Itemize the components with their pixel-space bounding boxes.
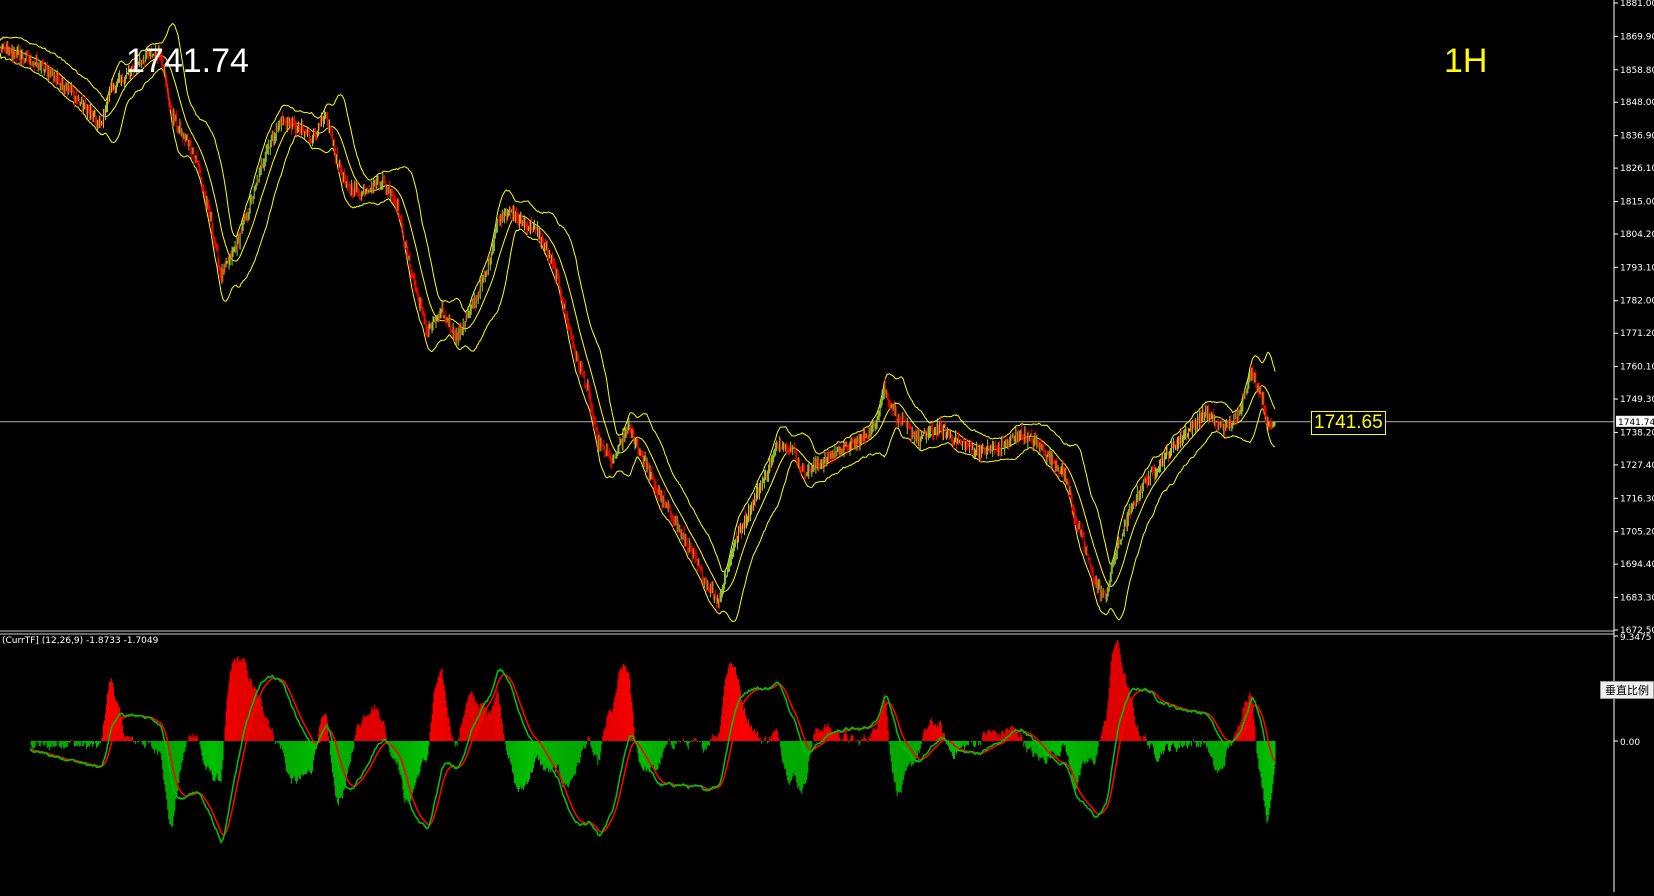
chart-stage: 1881.00 1869.90 1858.80 1848.00 1836.90 1826.… — [0, 0, 1654, 892]
price-tick-label: 1881.00 — [1620, 0, 1654, 9]
current-price-text: 1741.74 — [126, 42, 249, 80]
price-tick-label: 1771.20 — [1620, 329, 1654, 339]
price-tick-label: 1749.30 — [1620, 395, 1654, 405]
price-tick-label: 1683.30 — [1620, 594, 1654, 604]
price-tick-label: 1826.10 — [1620, 164, 1654, 174]
macd-histogram — [29, 639, 1276, 827]
price-tick-label: 1793.10 — [1620, 263, 1654, 273]
current-price-tag-label: 1741.74 — [1618, 418, 1654, 428]
price-tick-label: 1760.10 — [1620, 363, 1654, 373]
bollinger-middle — [0, 46, 1276, 593]
indicator-label: (CurrTF] (12,26,9) -1.8733 -1.7049 — [2, 636, 159, 646]
candles — [0, 40, 1276, 610]
price-tick-label: 1815.00 — [1620, 197, 1654, 207]
price-tick-label: 1694.40 — [1620, 560, 1654, 570]
price-tick-label: 1858.80 — [1620, 66, 1654, 76]
vertical-scale-button[interactable]: 垂直比例 — [1600, 681, 1654, 699]
timeframe-label: 1H — [1444, 42, 1488, 80]
macd-tick-label: 9.3475 — [1620, 633, 1652, 643]
price-tick-label: 1804.20 — [1620, 230, 1654, 240]
price-tick-label: 1727.40 — [1620, 461, 1654, 471]
price-tick-label: 1738.20 — [1620, 428, 1654, 438]
macd-tick-label: 0.00 — [1620, 738, 1640, 748]
price-tick-label: 1869.90 — [1620, 32, 1654, 42]
price-tick-label: 1716.30 — [1620, 494, 1654, 504]
price-tick-label: 1848.00 — [1620, 98, 1654, 108]
bollinger-upper — [0, 22, 1276, 573]
price-tick-label: 1836.90 — [1620, 132, 1654, 142]
price-tick-label: 1705.20 — [1620, 528, 1654, 538]
price-tick-label: 1782.00 — [1620, 297, 1654, 307]
price-chart[interactable]: 1881.00 1869.90 1858.80 1848.00 1836.90 1826.… — [0, 0, 1654, 892]
price-marker-label: 1741.65 — [1311, 411, 1386, 435]
